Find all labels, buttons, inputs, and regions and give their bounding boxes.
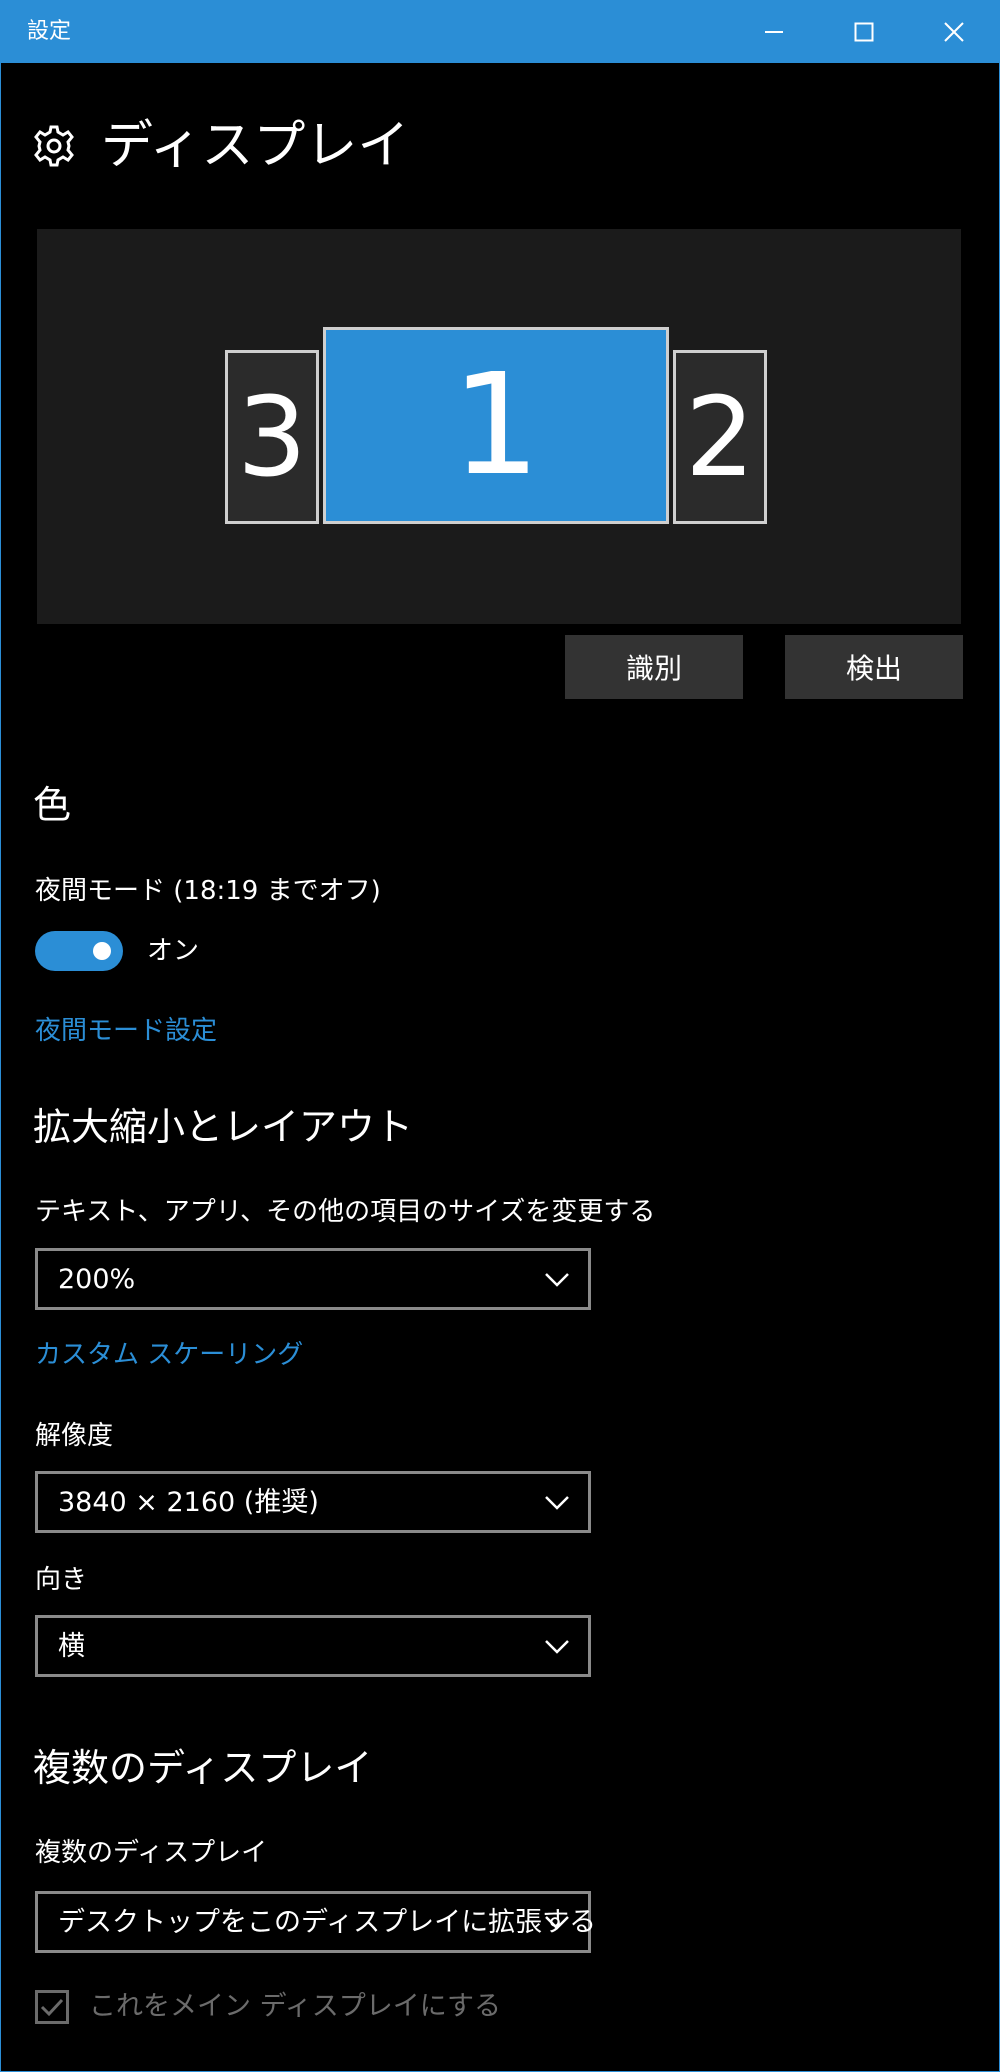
multiple-displays-label: 複数のディスプレイ [35, 1838, 268, 1868]
multiple-displays-dropdown[interactable]: デスクトップをこのディスプレイに拡張する [35, 1891, 596, 1953]
scale-dropdown-value: 200% [58, 1264, 136, 1295]
checkmark-icon [40, 1998, 64, 2017]
page-header: ディスプレイ [31, 111, 409, 181]
orientation-label: 向き [35, 1565, 88, 1595]
scale-layout-heading: 拡大縮小とレイアウト [33, 1105, 414, 1149]
main-display-checkbox-label: これをメイン ディスプレイにする [89, 1991, 501, 2022]
close-button[interactable] [909, 1, 999, 63]
page-title: ディスプレイ [101, 116, 410, 176]
resolution-dropdown[interactable]: 3840 × 2160 (推奨) [35, 1471, 591, 1533]
chevron-down-icon [545, 1640, 569, 1654]
main-display-checkbox[interactable] [35, 1990, 69, 2024]
toggle-knob [93, 942, 111, 960]
gear-icon [34, 125, 74, 167]
title-bar[interactable]: 設定 [1, 1, 999, 63]
main-display-checkbox-row: これをメイン ディスプレイにする [35, 1987, 501, 2027]
chevron-down-icon [545, 1916, 569, 1930]
orientation-dropdown[interactable]: 横 [35, 1615, 591, 1677]
night-mode-toggle-state: オン [147, 936, 200, 966]
orientation-dropdown-value: 横 [58, 1631, 85, 1662]
minimize-icon [765, 31, 783, 33]
chevron-down-icon [545, 1273, 569, 1287]
color-heading: 色 [33, 783, 72, 827]
night-mode-toggle[interactable] [35, 931, 123, 971]
monitor-2[interactable]: 2 [673, 350, 767, 524]
maximize-button[interactable] [819, 1, 909, 63]
resolution-label: 解像度 [35, 1421, 114, 1451]
multiple-displays-heading: 複数のディスプレイ [33, 1746, 373, 1790]
resolution-dropdown-value: 3840 × 2160 (推奨) [58, 1487, 319, 1518]
display-arrangement-area[interactable]: 3 1 2 [37, 229, 961, 624]
maximize-icon [854, 22, 874, 42]
multiple-displays-dropdown-value: デスクトップをこのディスプレイに拡張する [58, 1907, 597, 1938]
minimize-button[interactable] [729, 1, 819, 63]
scale-dropdown[interactable]: 200% [35, 1248, 591, 1310]
detect-button[interactable]: 検出 [785, 635, 963, 699]
chevron-down-icon [545, 1496, 569, 1510]
identify-button[interactable]: 識別 [565, 635, 743, 699]
window-title: 設定 [27, 19, 72, 44]
monitor-3[interactable]: 3 [225, 350, 319, 524]
settings-window: 設定 ディスプレイ 3 1 2 識別 検出 色 夜間モード (18:19 までオ… [0, 0, 1000, 2072]
night-mode-settings-link[interactable]: 夜間モード設定 [35, 1014, 217, 1048]
close-icon [944, 22, 964, 42]
text-size-label: テキスト、アプリ、その他の項目のサイズを変更する [35, 1197, 656, 1227]
night-mode-label: 夜間モード (18:19 までオフ) [35, 876, 381, 906]
custom-scaling-link[interactable]: カスタム スケーリング [35, 1338, 303, 1372]
monitor-1[interactable]: 1 [323, 327, 669, 524]
